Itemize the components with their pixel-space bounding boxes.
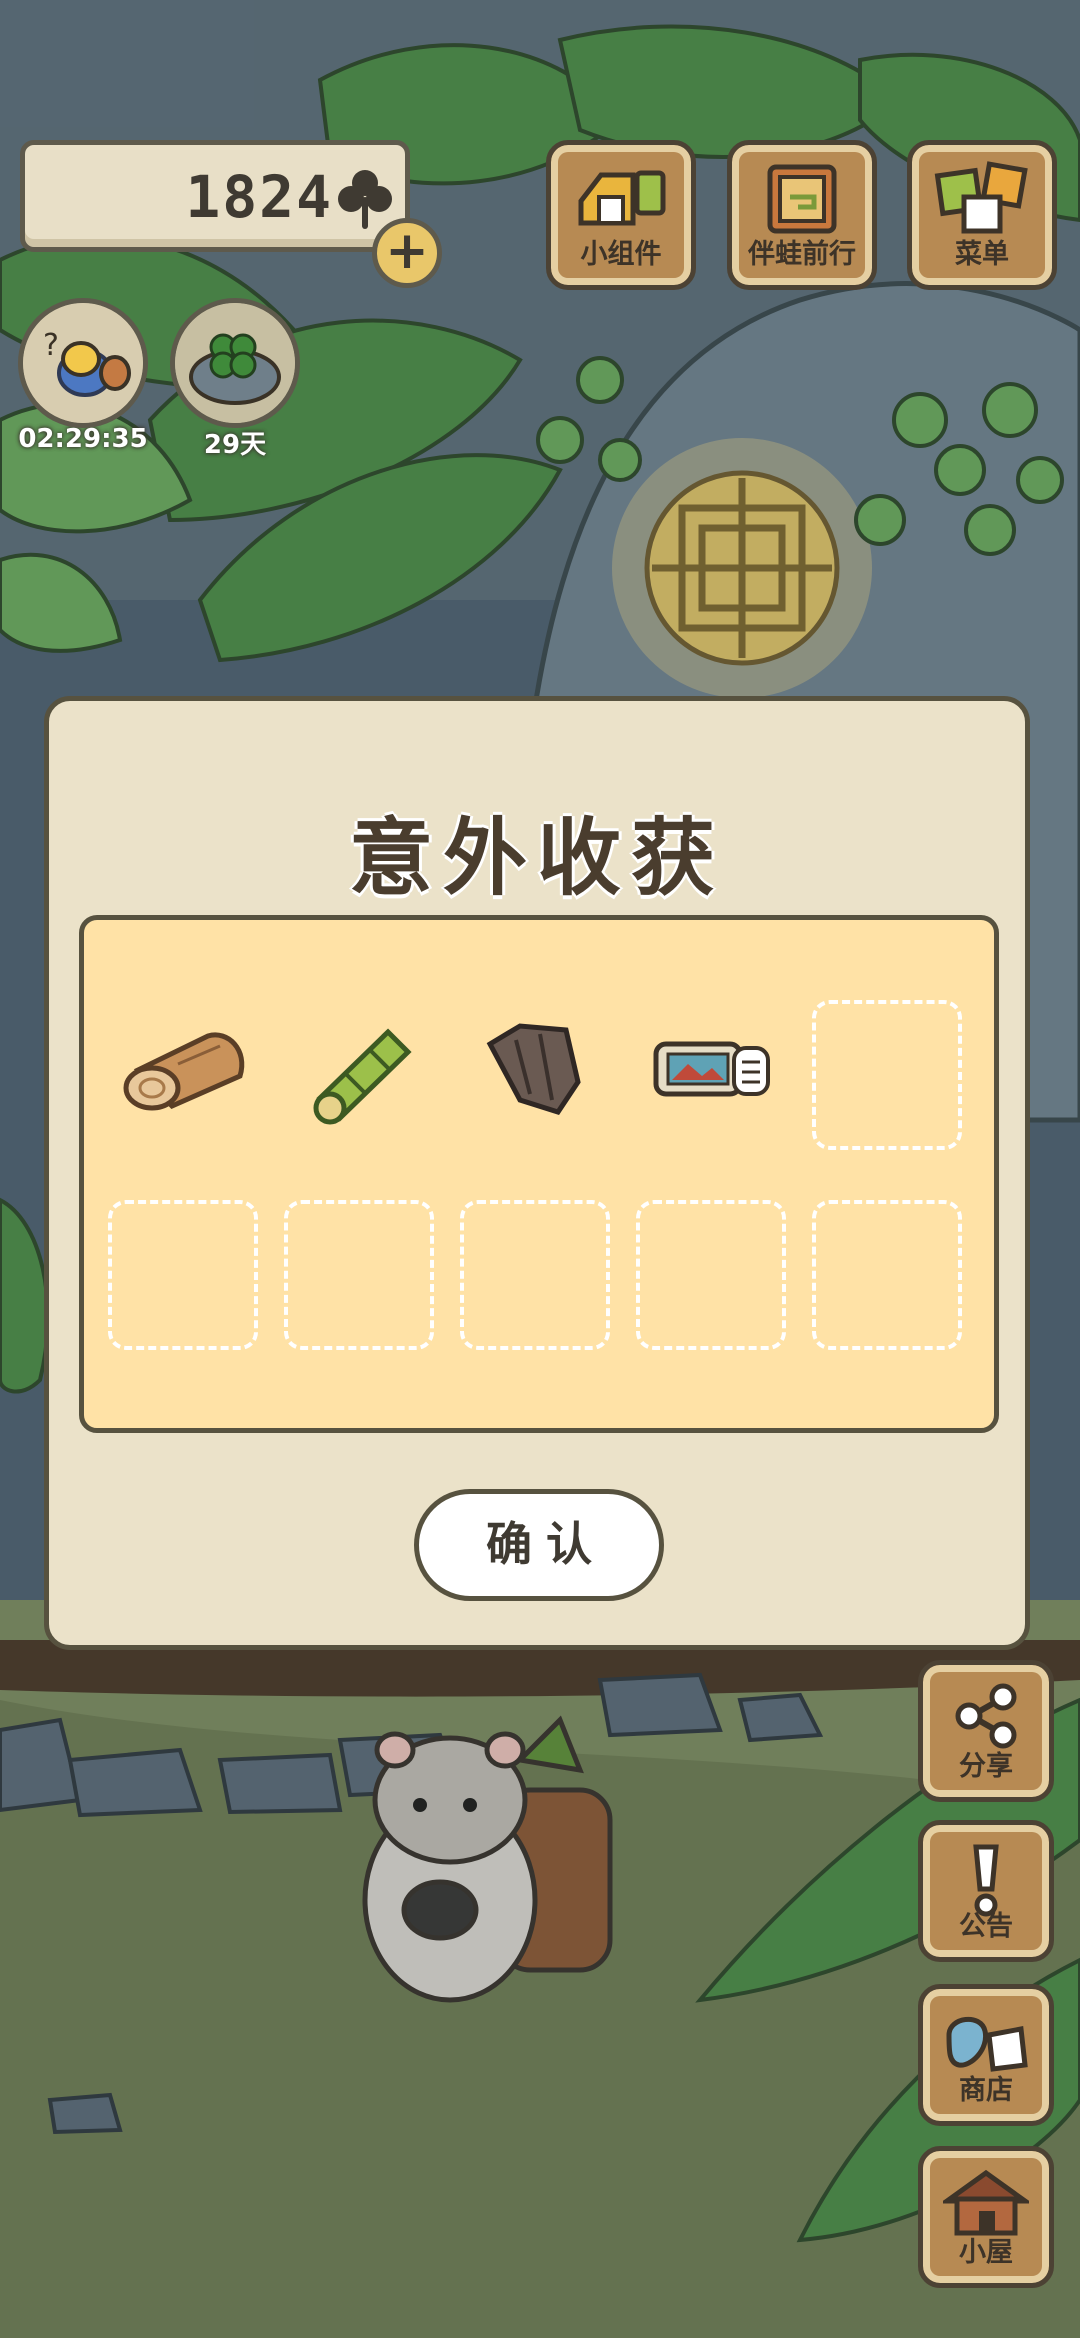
svg-text:?: ? bbox=[43, 328, 59, 363]
ticket-icon bbox=[636, 1041, 786, 1144]
clover-counter: 1824 bbox=[20, 140, 410, 252]
empty-slot bbox=[460, 1200, 610, 1350]
travel-timer-label: 02:29:35 bbox=[18, 424, 148, 454]
clover-count: 1824 bbox=[185, 163, 333, 231]
shop-label: 商店 bbox=[959, 2075, 1013, 2106]
dialog-title: 意外收获 bbox=[348, 809, 725, 907]
share-button[interactable]: 分享 bbox=[918, 1660, 1054, 1802]
travel-with-frog-button[interactable]: 伴蛙前行 bbox=[727, 140, 877, 290]
travel-with-frog-label: 伴蛙前行 bbox=[748, 239, 856, 270]
wood-log-icon bbox=[108, 1032, 258, 1144]
menu-cards-icon bbox=[934, 161, 1030, 237]
frog-portrait-icon: ? bbox=[18, 298, 148, 428]
empty-slot bbox=[812, 1200, 962, 1350]
share-icon bbox=[951, 1681, 1021, 1751]
house-icon bbox=[939, 2167, 1033, 2237]
widget-label: 小组件 bbox=[580, 239, 662, 270]
house-button[interactable]: 小屋 bbox=[918, 2146, 1054, 2288]
empty-slot bbox=[284, 1200, 434, 1350]
garden-days-label: 29天 bbox=[203, 430, 267, 460]
shop-bags-icon bbox=[941, 2005, 1031, 2075]
plus-icon: + bbox=[385, 221, 429, 281]
menu-button[interactable]: 菜单 bbox=[907, 140, 1057, 290]
reward-grid bbox=[79, 915, 999, 1433]
frog-travel-timer[interactable]: ? 02:29:35 bbox=[18, 298, 148, 454]
empty-slot bbox=[108, 1200, 258, 1350]
announcement-label: 公告 bbox=[959, 1911, 1013, 1942]
reward-slot-4[interactable] bbox=[636, 990, 786, 1140]
share-label: 分享 bbox=[959, 1751, 1013, 1782]
bark-icon bbox=[460, 1023, 610, 1144]
clover-pot-icon bbox=[170, 298, 300, 428]
add-clover-button[interactable]: + bbox=[372, 218, 442, 288]
shop-button[interactable]: 商店 bbox=[918, 1984, 1054, 2126]
empty-slot bbox=[812, 1000, 962, 1150]
reward-slot-3[interactable] bbox=[460, 990, 610, 1140]
empty-slot bbox=[636, 1200, 786, 1350]
bamboo-icon bbox=[284, 1028, 434, 1144]
reward-slot-1[interactable] bbox=[108, 990, 258, 1140]
confirm-button[interactable]: 确认 bbox=[414, 1489, 664, 1601]
announcement-button[interactable]: 公告 bbox=[918, 1820, 1054, 1962]
menu-label: 菜单 bbox=[955, 239, 1009, 270]
reward-slot-2[interactable] bbox=[284, 990, 434, 1140]
unexpected-harvest-dialog: 意外收获 确认 bbox=[44, 696, 1030, 1650]
map-book-icon bbox=[762, 161, 842, 237]
widget-button[interactable]: 小组件 bbox=[546, 140, 696, 290]
house-label: 小屋 bbox=[959, 2237, 1013, 2268]
clover-garden[interactable]: 29天 bbox=[170, 298, 300, 461]
widget-icon bbox=[573, 161, 669, 233]
